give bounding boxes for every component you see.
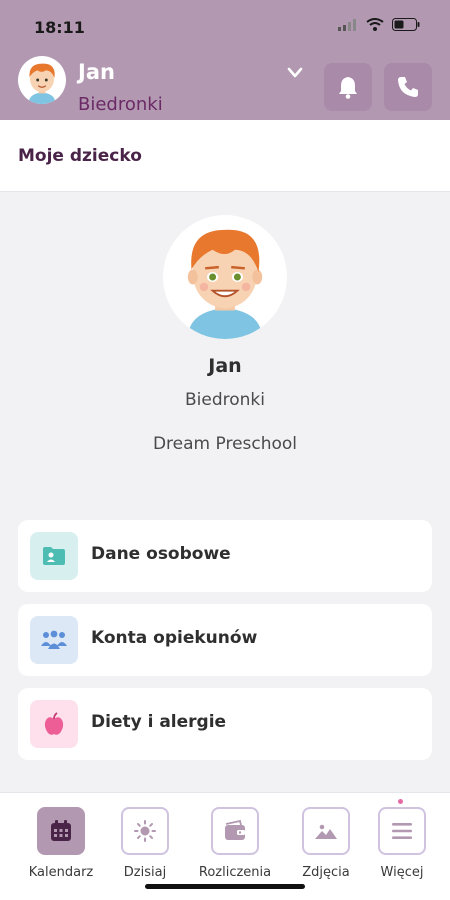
nav-label: Rozliczenia (198, 865, 272, 880)
header-child-group[interactable]: Biedronki (78, 94, 163, 115)
menu-icon (378, 807, 426, 855)
status-time: 18:11 (34, 18, 85, 37)
profile-name: Jan (208, 355, 242, 377)
child-avatar-small[interactable] (18, 56, 66, 104)
battery-icon (392, 18, 420, 31)
wifi-icon (366, 18, 384, 31)
nav-item-today[interactable]: Dzisiaj (100, 807, 190, 880)
menu-item-label: Konta opiekunów (91, 628, 258, 648)
signal-icon (338, 18, 356, 31)
menu-item-label: Dane osobowe (91, 544, 231, 564)
nav-item-more[interactable]: Więcej (357, 807, 447, 880)
menu-item-personal-data[interactable]: Dane osobowe (18, 520, 432, 592)
status-bar: 18:11 (0, 0, 450, 54)
home-indicator (145, 884, 305, 889)
boy-avatar-icon (28, 63, 56, 104)
nav-label: Kalendarz (28, 865, 94, 880)
guardians-icon (30, 616, 78, 664)
bell-icon (339, 77, 357, 99)
notifications-button[interactable] (324, 63, 372, 111)
status-icons (338, 18, 420, 31)
phone-icon (398, 77, 418, 97)
chevron-down-icon[interactable] (286, 66, 304, 80)
wallet-icon (211, 807, 259, 855)
menu-item-label: Diety i alergie (91, 712, 227, 732)
nav-label: Dzisiaj (123, 865, 167, 880)
profile-group: Biedronki (185, 390, 265, 410)
boy-avatar-icon (187, 229, 263, 339)
photo-icon (302, 807, 350, 855)
call-button[interactable] (384, 63, 432, 111)
calendar-icon (37, 807, 85, 855)
child-avatar-large (163, 215, 287, 339)
nav-label: Więcej (380, 865, 424, 880)
nav-item-calendar[interactable]: Kalendarz (16, 807, 106, 880)
notification-dot (398, 799, 403, 804)
page-title: Moje dziecko (18, 146, 142, 166)
header-child-name[interactable]: Jan (78, 60, 115, 84)
app-header: 18:11 Jan Biedronki (0, 0, 450, 120)
menu-item-guardians[interactable]: Konta opiekunów (18, 604, 432, 676)
menu-item-diets[interactable]: Diety i alergie (18, 688, 432, 760)
nav-item-billing[interactable]: Rozliczenia (190, 807, 280, 880)
apple-icon (30, 700, 78, 748)
sun-icon (121, 807, 169, 855)
profile-school: Dream Preschool (152, 434, 298, 454)
personal-folder-icon (30, 532, 78, 580)
